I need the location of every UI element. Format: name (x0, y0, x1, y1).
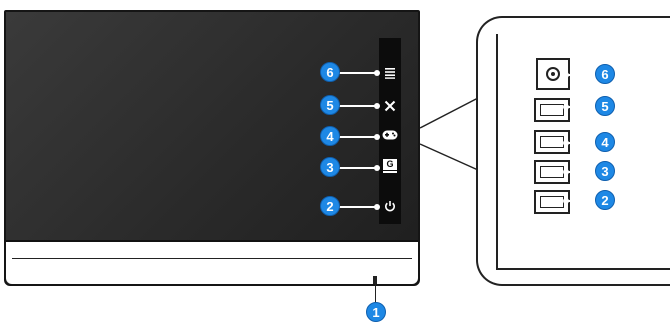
side-label-badge: 6 (595, 64, 615, 84)
leader-dot (563, 169, 569, 175)
side-label-badge: 2 (595, 190, 615, 210)
leader-line (566, 171, 594, 173)
side-label-badge: 3 (595, 161, 615, 181)
leader-line (566, 200, 594, 202)
leader-dot (563, 72, 569, 78)
leader-line (566, 142, 594, 144)
side-button-5[interactable] (534, 98, 570, 122)
leader-dot (563, 104, 569, 110)
side-view-panel (496, 34, 670, 270)
leader-dot (563, 140, 569, 146)
leader-line (566, 106, 594, 108)
side-label-badge: 5 (595, 96, 615, 116)
joystick-icon (546, 67, 560, 81)
leader-line (566, 74, 594, 76)
side-label-badge: 4 (595, 132, 615, 152)
leader-dot (563, 198, 569, 204)
